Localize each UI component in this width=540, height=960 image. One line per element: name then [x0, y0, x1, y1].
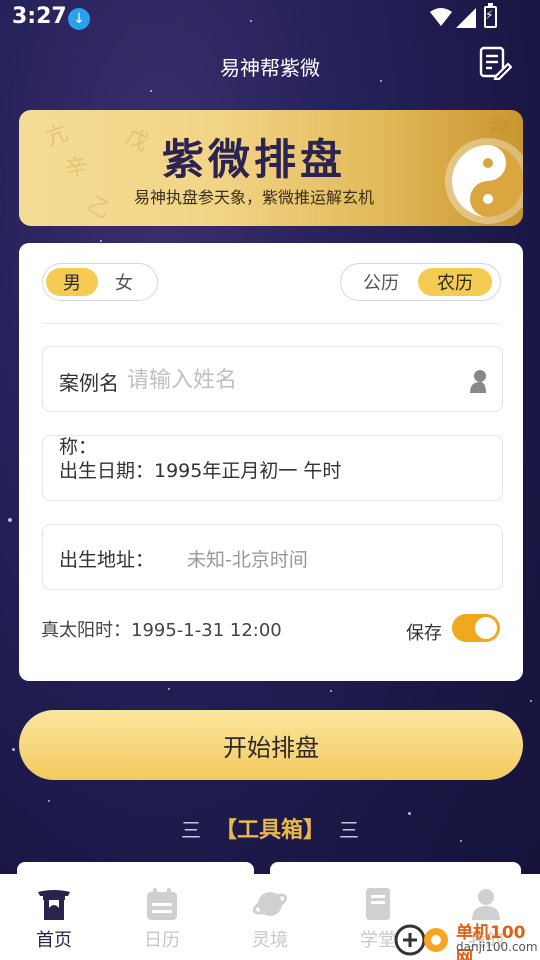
tab-realm[interactable]: 灵境 — [216, 874, 324, 960]
tab-label: 日历 — [144, 930, 180, 951]
birth-address-label: 出生地址： — [59, 549, 155, 571]
banner-subtitle: 易神执盘参天象，紫微推运解玄机 — [133, 188, 374, 207]
birth-address-field[interactable]: 出生地址： 未知-北京时间 — [42, 524, 503, 590]
toggle-knob — [475, 617, 497, 639]
watermark-logo — [394, 924, 448, 956]
gender-option-male[interactable]: 男 — [46, 268, 98, 296]
calendar-selector: 公历 农历 — [340, 263, 501, 301]
status-bar: 3:27 ↓ — [0, 0, 540, 36]
gender-option-female[interactable]: 女 — [98, 268, 150, 296]
ziwei-banner[interactable]: 亢 戊 辛 奔 乙 紫微排盘 易神执盘参天象，紫微推运解玄机 — [19, 110, 523, 226]
start-chart-button[interactable]: 开始排盘 — [19, 710, 523, 780]
calendar-option-lunar[interactable]: 农历 — [418, 268, 492, 296]
banner-title: 紫微排盘 — [161, 135, 346, 184]
tab-label: 首页 — [36, 930, 72, 951]
tab-label: 灵境 — [252, 930, 288, 951]
tab-label: 学堂 — [360, 930, 396, 951]
toolbox-heading: 三【工具箱】三 — [0, 812, 540, 844]
divider — [42, 323, 500, 324]
case-name-input[interactable] — [127, 363, 457, 397]
birth-date-value: 出生日期：1995年正月初一 午时 — [59, 460, 342, 482]
watermark: 单机100网 danji100.com — [392, 916, 540, 960]
case-name-field: 案例名 — [42, 346, 503, 412]
true-solar-time: 真太阳时：1995-1-31 12:00 — [41, 620, 282, 641]
status-time: 3:27 — [12, 4, 67, 29]
gender-selector: 男 女 — [42, 263, 158, 301]
toolbox-bars-right: 三 — [339, 818, 359, 842]
book-icon — [366, 888, 390, 920]
app-title: 易神帮紫微 — [220, 56, 320, 80]
calendar-icon — [147, 888, 177, 920]
planet-icon — [252, 892, 288, 916]
download-icon: ↓ — [68, 8, 90, 30]
birth-date-field[interactable]: 称： 出生日期：1995年正月初一 午时 — [42, 435, 503, 501]
home-gate-icon — [38, 890, 70, 920]
birth-label-fragment: 称： — [59, 436, 98, 458]
birth-address-value: 未知-北京时间 — [187, 549, 308, 571]
tab-calendar[interactable]: 日历 — [108, 874, 216, 960]
calendar-option-solar[interactable]: 公历 — [344, 268, 418, 296]
watermark-url: danji100.com — [456, 940, 538, 954]
toolbox-bars-left: 三 — [180, 818, 201, 842]
contact-person-icon[interactable] — [468, 369, 488, 393]
save-label: 保存 — [406, 623, 442, 644]
wifi-icon — [430, 8, 452, 26]
save-toggle[interactable] — [452, 614, 500, 642]
toolbox-title: 【工具箱】 — [214, 817, 325, 843]
edit-document-icon[interactable] — [478, 46, 512, 80]
signal-icon — [456, 8, 476, 28]
case-name-label: 案例名 — [59, 371, 119, 395]
chart-input-card: 男 女 公历 农历 案例名 称： 出生日期：1995年正月初一 午时 出生地址：… — [19, 243, 523, 681]
battery-icon — [484, 3, 497, 28]
tab-home[interactable]: 首页 — [0, 874, 108, 960]
yin-yang-icon — [445, 138, 523, 224]
